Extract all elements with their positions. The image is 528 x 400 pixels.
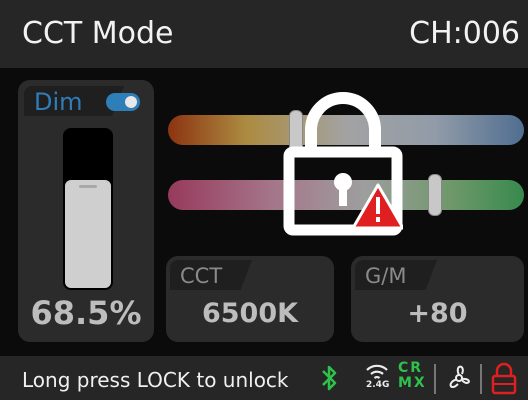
gm-value-box[interactable]: G/M +80 — [351, 256, 524, 342]
crmx-line1: CR — [398, 360, 424, 376]
gm-label-tab: G/M — [355, 260, 437, 290]
dim-toggle-knob — [125, 96, 137, 108]
padlock-icon — [283, 92, 405, 236]
status-icons: 2.4G CR MX — [318, 360, 528, 396]
dim-toggle[interactable] — [106, 93, 140, 111]
crmx-line2: MX — [398, 375, 427, 391]
cct-value: 6500K — [201, 298, 299, 329]
cct-label-tab: CCT — [170, 260, 252, 290]
unlock-hint: Long press LOCK to unlock — [22, 368, 289, 392]
dim-label: Dim — [34, 88, 83, 116]
dim-value: 68.5% — [30, 294, 142, 332]
cct-label: CCT — [180, 264, 223, 288]
gm-label: G/M — [365, 264, 407, 288]
fan-icon — [449, 365, 470, 389]
bluetooth-icon — [322, 365, 337, 391]
gm-value: +80 — [407, 298, 468, 329]
lock-icon — [491, 362, 517, 395]
wireless-band: 2.4G — [366, 380, 390, 390]
mode-title: CCT Mode — [22, 16, 174, 51]
lock-overlay — [283, 92, 405, 237]
gm-slider-handle[interactable] — [428, 174, 442, 216]
separator — [434, 364, 436, 394]
dim-slider-fill — [65, 180, 111, 288]
crmx-icon: CR MX — [398, 361, 427, 391]
dim-slider[interactable] — [63, 128, 113, 290]
status-bar: Long press LOCK to unlock 2.4G CR MX — [0, 356, 528, 400]
channel-label[interactable]: CH:006 — [409, 16, 520, 51]
header-bar: CCT Mode CH:006 — [0, 0, 528, 68]
wifi-2.4g-icon — [366, 364, 388, 379]
cct-value-box[interactable]: CCT 6500K — [166, 256, 334, 342]
dim-panel: Dim 68.5% — [18, 80, 154, 342]
separator — [480, 364, 482, 394]
